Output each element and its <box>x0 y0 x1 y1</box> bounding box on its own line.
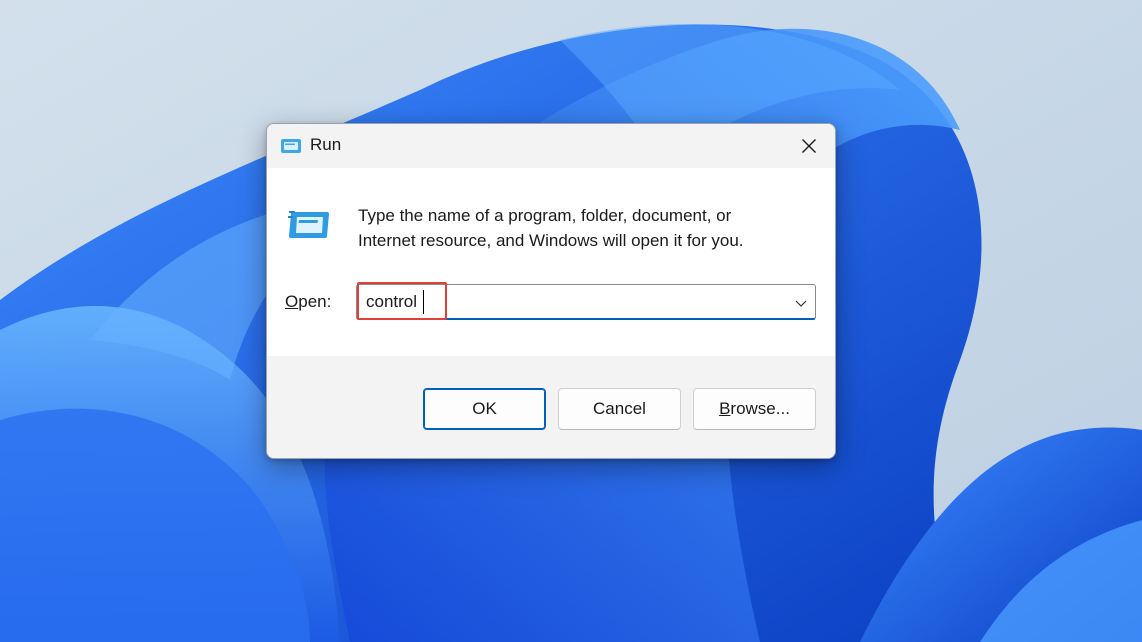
dialog-content: Type the name of a program, folder, docu… <box>267 168 835 356</box>
open-label-text: pen: <box>298 292 332 311</box>
dialog-footer: OK Cancel Browse... <box>267 356 835 458</box>
chevron-down-icon[interactable] <box>793 295 809 311</box>
browse-button-label: rowse... <box>730 399 790 418</box>
ok-button-label: OK <box>472 399 497 418</box>
ok-button[interactable]: OK <box>423 388 546 430</box>
open-combobox[interactable]: control <box>356 282 816 320</box>
close-button[interactable] <box>783 124 835 168</box>
close-icon <box>802 139 816 153</box>
open-label-accelerator: O <box>285 292 299 311</box>
run-icon <box>288 211 329 238</box>
browse-accelerator: B <box>719 399 731 418</box>
cancel-button-label: Cancel <box>593 399 646 418</box>
run-icon <box>281 139 301 153</box>
dialog-title: Run <box>310 135 342 154</box>
dialog-description: Type the name of a program, folder, docu… <box>358 203 798 253</box>
run-dialog: Run Type the name of a program, folder, … <box>266 123 836 459</box>
title-bar[interactable]: Run <box>267 124 835 168</box>
cancel-button[interactable]: Cancel <box>558 388 681 430</box>
description-line: Internet resource, and Windows will open… <box>358 231 744 250</box>
open-input[interactable]: control <box>366 292 417 312</box>
open-label: Open: <box>285 292 331 312</box>
description-line: Type the name of a program, folder, docu… <box>358 206 732 225</box>
browse-button[interactable]: Browse... <box>693 388 816 430</box>
text-caret <box>423 290 424 314</box>
